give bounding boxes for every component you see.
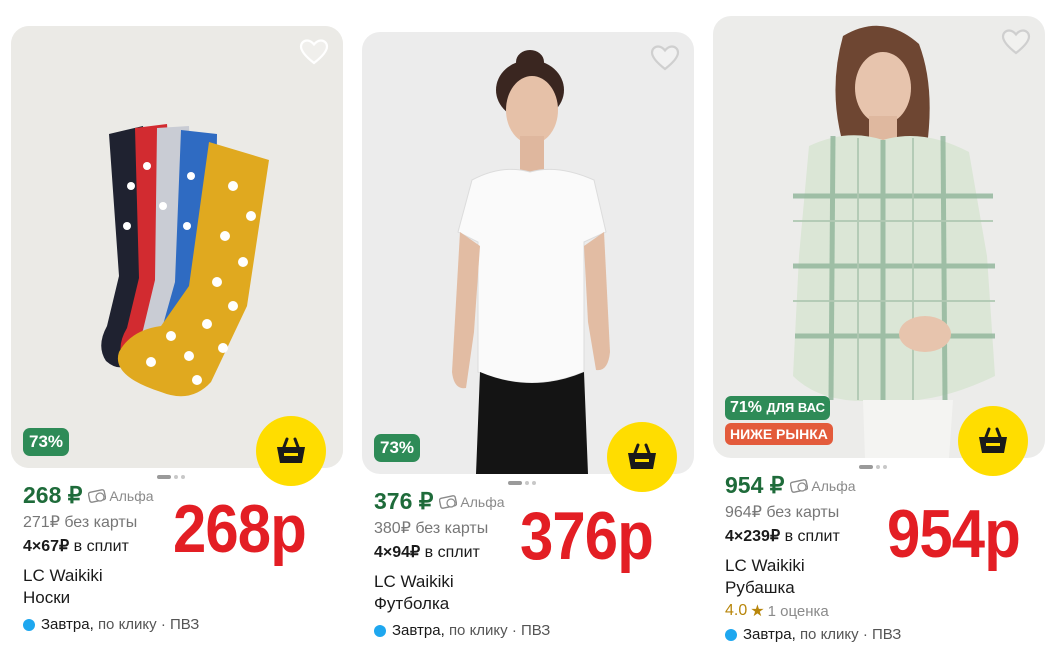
alfa-card-icon — [88, 489, 107, 503]
delivery-method: по клику · ПВЗ — [448, 622, 551, 639]
delivery-info: Завтра, по клику · ПВЗ — [374, 622, 694, 639]
alfa-card-label: Альфа — [439, 494, 505, 510]
heart-icon[interactable] — [1001, 28, 1031, 56]
image-carousel-dots[interactable] — [157, 475, 185, 479]
price: 376 ₽ — [374, 488, 434, 514]
alfa-label-text: Альфа — [109, 488, 154, 504]
personal-discount-value: 71% — [730, 399, 763, 416]
delivery-dot-icon — [23, 618, 35, 631]
rating-value: 4.0 — [725, 602, 748, 619]
heart-icon[interactable] — [299, 38, 329, 66]
star-icon: ★ — [750, 603, 765, 620]
alfa-card-label: Альфа — [790, 478, 856, 494]
rating[interactable]: 4.0 ★ 1 оценка — [725, 600, 1045, 622]
price: 268 ₽ — [23, 482, 83, 508]
alfa-label-text: Альфа — [811, 478, 856, 494]
discount-badge: 73% — [374, 434, 421, 462]
image-carousel-dots[interactable] — [508, 481, 536, 485]
delivery-day: Завтра, — [41, 616, 94, 633]
personal-discount-badge: 71% ДЛЯ ВАС — [725, 396, 831, 420]
rating-count: 1 оценка — [767, 602, 829, 620]
overlay-price: 376р — [520, 498, 654, 574]
basket-icon — [628, 443, 656, 469]
product-image-tshirt[interactable]: 73% — [362, 32, 694, 474]
split-amount: 4×67₽ — [23, 538, 70, 555]
overlay-price: 268р — [173, 491, 307, 567]
basket-icon — [277, 437, 305, 463]
delivery-dot-icon — [725, 628, 737, 641]
below-market-badge: НИЖЕ РЫНКА — [725, 423, 833, 445]
image-carousel-dots[interactable] — [859, 465, 887, 469]
overlay-price: 954р — [887, 496, 1021, 572]
add-to-cart-button[interactable] — [607, 422, 677, 492]
split-amount: 4×94₽ — [374, 544, 421, 561]
product-image-socks[interactable]: 73% — [11, 26, 343, 468]
product-name[interactable]: Рубашка — [725, 578, 1045, 600]
delivery-info: Завтра, по клику · ПВЗ — [23, 616, 343, 633]
brand-name[interactable]: LC Waikiki — [23, 566, 343, 588]
brand-name[interactable]: LC Waikiki — [374, 572, 694, 594]
product-name[interactable]: Носки — [23, 588, 343, 610]
delivery-dot-icon — [374, 624, 386, 637]
product-image-shirt[interactable]: 71% ДЛЯ ВАС НИЖЕ РЫНКА — [713, 16, 1045, 458]
split-label: в сплит — [73, 538, 129, 555]
alfa-card-icon — [439, 495, 458, 509]
split-label: в сплит — [784, 528, 840, 545]
alfa-card-label: Альфа — [88, 488, 154, 504]
add-to-cart-button[interactable] — [958, 406, 1028, 476]
add-to-cart-button[interactable] — [256, 416, 326, 486]
delivery-info: Завтра, по клику · ПВЗ — [725, 626, 1045, 643]
heart-icon[interactable] — [650, 44, 680, 72]
split-amount: 4×239₽ — [725, 528, 781, 545]
personal-discount-label: ДЛЯ ВАС — [766, 400, 826, 415]
discount-badge: 73% — [23, 428, 70, 456]
delivery-day: Завтра, — [392, 622, 445, 639]
price: 954 ₽ — [725, 472, 785, 498]
delivery-day: Завтра, — [743, 626, 796, 643]
alfa-label-text: Альфа — [460, 494, 505, 510]
delivery-method: по клику · ПВЗ — [799, 626, 902, 643]
basket-icon — [979, 427, 1007, 453]
product-name[interactable]: Футболка — [374, 594, 694, 616]
alfa-card-icon — [790, 479, 809, 493]
delivery-method: по клику · ПВЗ — [97, 616, 200, 633]
split-label: в сплит — [424, 544, 480, 561]
